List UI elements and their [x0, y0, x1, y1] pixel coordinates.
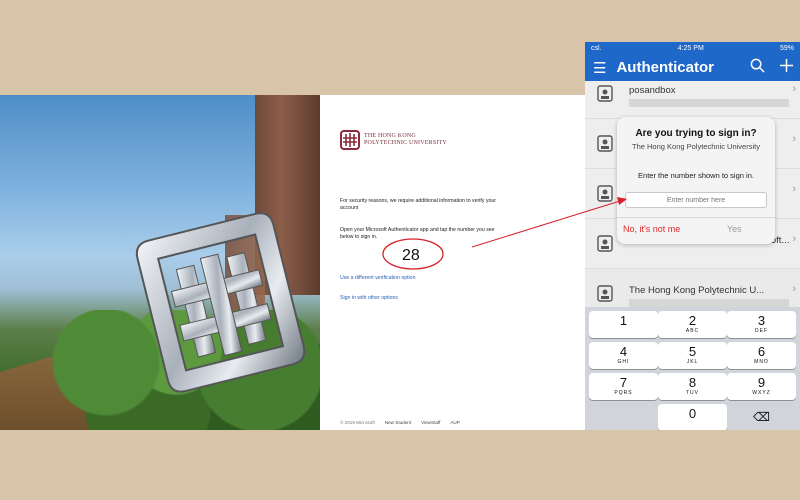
account-row[interactable]: posandbox › — [585, 69, 800, 119]
account-badge-icon — [597, 285, 613, 302]
key-4[interactable]: 4 GHI — [589, 342, 658, 369]
key-0[interactable]: 0 — [658, 404, 727, 430]
org-logo: THE HONG KONG POLYTECHNIC UNIVERSITY — [340, 130, 447, 150]
different-verification-link[interactable]: Use a different verification option — [340, 275, 415, 281]
dialog-divider — [617, 217, 775, 218]
sign-in-number: 28 — [402, 247, 420, 264]
account-name: posandbox — [629, 85, 676, 96]
key-3[interactable]: 3 DEF — [727, 311, 796, 338]
authenticator-instruction: Open your Microsoft Authenticator app an… — [340, 227, 495, 240]
key-9[interactable]: 9 WXYZ — [727, 373, 796, 400]
key-7[interactable]: 7 PQRS — [589, 373, 658, 400]
deny-button[interactable]: No, it's not me — [623, 224, 680, 234]
polyu-logo-icon — [340, 130, 360, 150]
number-input[interactable] — [625, 192, 767, 208]
chevron-right-icon: › — [792, 133, 796, 145]
key-1[interactable]: 1 — [589, 311, 658, 338]
key-6[interactable]: 6 MNO — [727, 342, 796, 369]
account-name: The Hong Kong Polytechnic U... — [629, 285, 765, 296]
dialog-title: Are you trying to sign in? — [635, 128, 757, 139]
sign-in-page: THE HONG KONG POLYTECHNIC UNIVERSITY For… — [320, 95, 585, 430]
other-options-link[interactable]: Sign in with other options — [340, 295, 398, 301]
key-blank — [589, 404, 658, 430]
key-8[interactable]: 8 TUV — [658, 373, 727, 400]
chevron-right-icon: › — [792, 283, 796, 295]
account-email-redacted — [629, 299, 789, 307]
backspace-icon[interactable]: ⌫ — [727, 404, 796, 430]
security-message: For security reasons, we require additio… — [340, 198, 496, 211]
footer-link-aup[interactable]: AUP — [450, 420, 459, 425]
carrier-label: csl. — [591, 44, 602, 52]
chevron-right-icon: › — [792, 233, 796, 245]
status-time: 4:25 PM — [677, 44, 704, 52]
account-email-redacted — [629, 99, 789, 107]
campus-photo — [0, 95, 320, 430]
org-name: THE HONG KONG POLYTECHNIC UNIVERSITY — [364, 133, 447, 146]
chevron-right-icon: › — [792, 83, 796, 95]
dialog-subtitle: The Hong Kong Polytechnic University — [632, 142, 760, 151]
account-badge-icon — [597, 185, 613, 202]
footer-link-view-staff[interactable]: ViewStaff — [421, 420, 440, 425]
footer-copyright: © 2019 Microsoft — [340, 420, 375, 425]
key-2[interactable]: 2 ABC — [658, 311, 727, 338]
numeric-keypad: 1 2 ABC 3 DEF 4 GHI 5 JKL 6 MNO 7 PQRS 8 TUV 9W… — [585, 307, 800, 430]
account-badge-icon — [597, 85, 613, 102]
status-bar: csl. 4:25 PM 59% — [585, 42, 800, 54]
approve-button[interactable]: Yes — [727, 224, 742, 234]
page-footer: © 2019 Microsoft New Student ViewStaff A… — [340, 420, 460, 425]
account-badge-icon — [597, 235, 613, 252]
battery-label: 59% — [779, 44, 794, 52]
footer-link-new-student[interactable]: New Student — [385, 420, 411, 425]
dialog-instruction: Enter the number shown to sign in. — [638, 171, 754, 180]
chevron-right-icon: › — [792, 183, 796, 195]
sign-in-approval-dialog: Are you trying to sign in? The Hong Kong… — [617, 117, 775, 244]
account-badge-icon — [597, 135, 613, 152]
key-5[interactable]: 5 JKL — [658, 342, 727, 369]
